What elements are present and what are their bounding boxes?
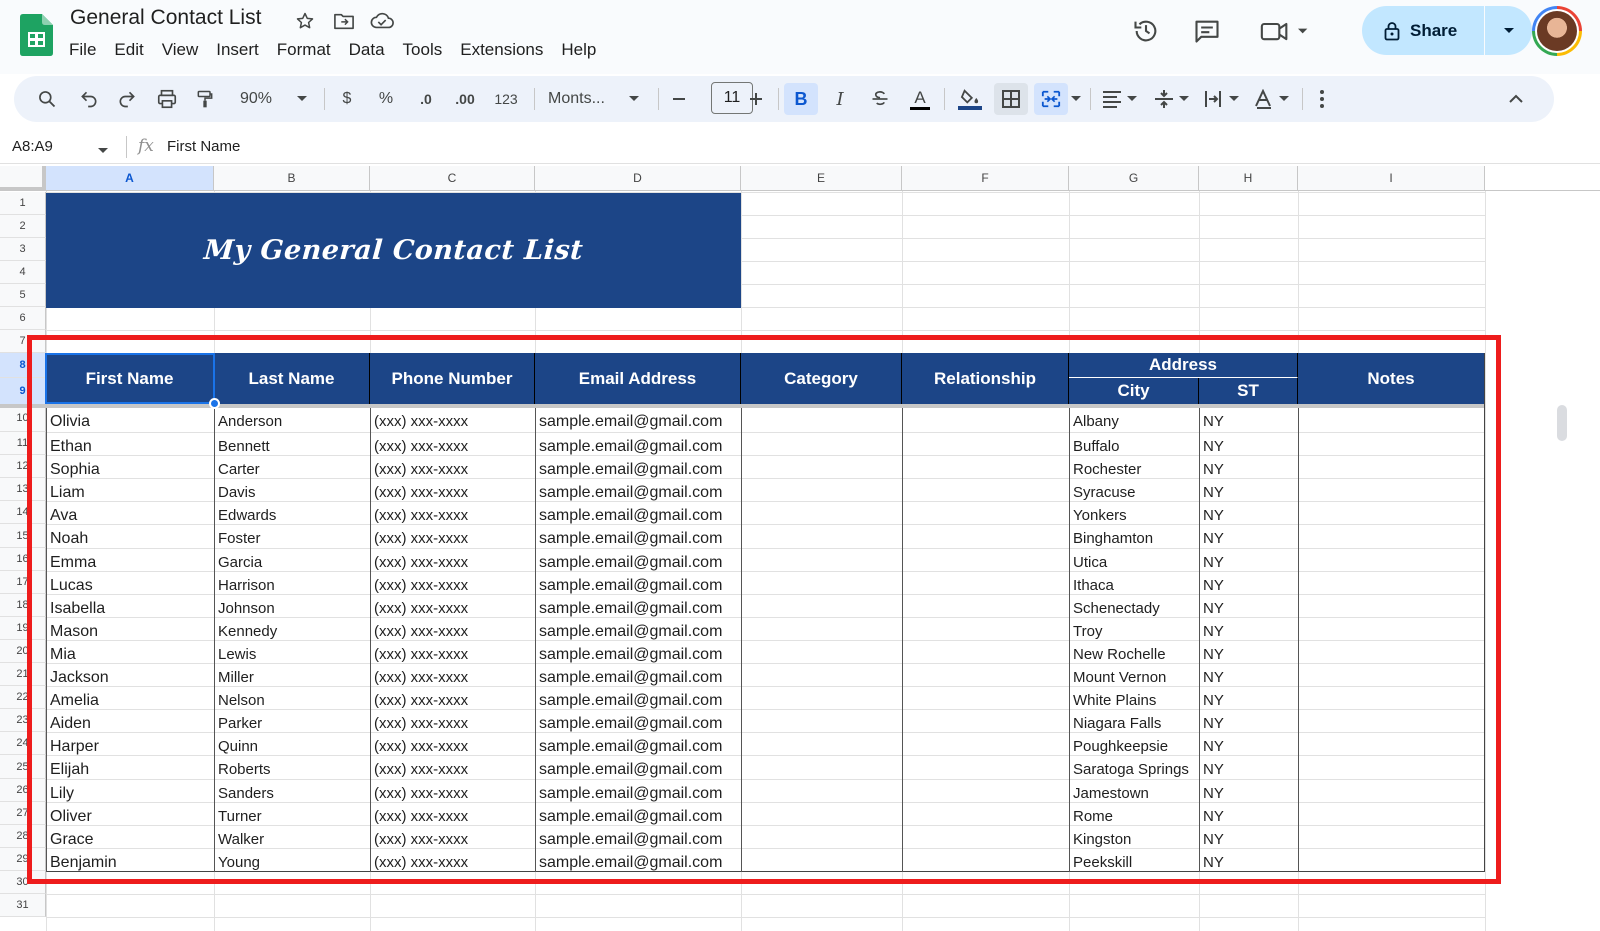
zoom-select[interactable]: 90%	[232, 83, 280, 115]
column-header-e[interactable]: E	[741, 166, 902, 191]
font-select[interactable]: Monts...	[544, 83, 620, 115]
vertical-align-icon[interactable]	[1150, 83, 1194, 115]
search-menus-icon[interactable]	[34, 83, 60, 115]
collapse-toolbar-icon[interactable]	[1504, 83, 1528, 115]
borders-icon[interactable]	[994, 83, 1028, 115]
increase-font-size-icon[interactable]	[744, 83, 768, 115]
cloud-saved-icon[interactable]	[369, 8, 395, 34]
banner-title: My General Contact List	[202, 235, 585, 266]
column-header-b[interactable]: B	[214, 166, 370, 191]
formula-input[interactable]: First Name	[167, 138, 240, 155]
text-color-label: A	[914, 87, 926, 107]
menu-tools[interactable]: Tools	[394, 38, 452, 62]
menu-edit[interactable]: Edit	[105, 38, 152, 62]
history-icon[interactable]	[1129, 14, 1163, 48]
increase-decimal-button[interactable]: .00	[450, 83, 480, 115]
horizontal-align-icon[interactable]	[1098, 83, 1142, 115]
row-header-4[interactable]: 4	[0, 261, 46, 284]
menu-data[interactable]: Data	[340, 38, 394, 62]
column-headers: ABCDEFGHI	[0, 166, 1600, 191]
decrease-decimal-button[interactable]: .0	[412, 83, 440, 115]
more-options-icon[interactable]	[1310, 83, 1334, 115]
percent-format-button[interactable]: %	[374, 83, 398, 115]
row-header-3[interactable]: 3	[0, 238, 46, 261]
column-header-h[interactable]: H	[1199, 166, 1298, 191]
text-color-button[interactable]: A	[906, 83, 934, 115]
column-header-a[interactable]: A	[46, 166, 214, 191]
menu-view[interactable]: View	[153, 38, 208, 62]
menu-help[interactable]: Help	[552, 38, 605, 62]
column-header-d[interactable]: D	[535, 166, 741, 191]
name-box-dropdown-icon[interactable]	[97, 142, 109, 160]
toolbar: 90% $ % .0 .00 123 Monts... 11 B I A	[14, 76, 1554, 122]
fx-icon: fx	[138, 136, 154, 156]
highlight-box	[27, 335, 1501, 884]
row-header-31[interactable]: 31	[0, 894, 46, 917]
paint-format-icon[interactable]	[192, 83, 218, 115]
row-header-5[interactable]: 5	[0, 284, 46, 307]
share-dropdown-icon[interactable]	[1485, 6, 1532, 55]
column-header-i[interactable]: I	[1298, 166, 1485, 191]
menu-bar: File Edit View Insert Format Data Tools …	[60, 38, 605, 62]
select-all-corner[interactable]	[0, 166, 46, 191]
strikethrough-icon[interactable]	[866, 83, 894, 115]
meet-icon[interactable]	[1256, 14, 1312, 48]
undo-icon[interactable]	[76, 83, 102, 115]
row-header-1[interactable]: 1	[0, 192, 46, 215]
title-bar: General Contact List File Edit View Inse…	[0, 0, 1600, 74]
italic-button[interactable]: I	[826, 83, 854, 115]
font-dropdown-icon[interactable]	[624, 83, 644, 115]
name-box[interactable]: A8:A9	[12, 138, 53, 155]
column-header-f[interactable]: F	[902, 166, 1069, 191]
more-formats-button[interactable]: 123	[490, 83, 522, 115]
share-button[interactable]: Share	[1362, 6, 1532, 55]
fill-color-icon[interactable]	[954, 83, 986, 115]
title-banner[interactable]: My General Contact List	[46, 193, 741, 308]
vertical-scrollbar[interactable]	[1557, 405, 1567, 441]
text-wrapping-icon[interactable]	[1200, 83, 1244, 115]
column-header-g[interactable]: G	[1069, 166, 1199, 191]
menu-extensions[interactable]: Extensions	[451, 38, 552, 62]
row-header-6[interactable]: 6	[0, 307, 46, 330]
menu-insert[interactable]: Insert	[207, 38, 268, 62]
text-rotation-icon[interactable]	[1250, 83, 1294, 115]
print-icon[interactable]	[154, 83, 180, 115]
menu-file[interactable]: File	[60, 38, 105, 62]
menu-format[interactable]: Format	[268, 38, 340, 62]
currency-format-button[interactable]: $	[336, 83, 358, 115]
bold-button[interactable]: B	[784, 83, 818, 115]
star-icon[interactable]	[292, 8, 318, 34]
share-main[interactable]: Share	[1362, 6, 1484, 55]
zoom-dropdown-icon[interactable]	[292, 83, 312, 115]
merge-dropdown-icon[interactable]	[1068, 83, 1084, 115]
column-header-c[interactable]: C	[370, 166, 535, 191]
share-label: Share	[1410, 20, 1458, 40]
document-title[interactable]: General Contact List	[70, 6, 261, 30]
merge-cells-icon[interactable]	[1034, 83, 1068, 115]
sheets-logo-icon[interactable]	[20, 14, 53, 56]
decrease-font-size-icon[interactable]	[668, 83, 690, 115]
lock-icon	[1384, 21, 1400, 40]
row-header-2[interactable]: 2	[0, 215, 46, 238]
move-folder-icon[interactable]	[331, 8, 357, 34]
redo-icon[interactable]	[114, 83, 140, 115]
formula-bar: A8:A9 fx First Name	[0, 130, 1600, 164]
comments-icon[interactable]	[1190, 14, 1224, 48]
avatar[interactable]	[1532, 6, 1582, 56]
